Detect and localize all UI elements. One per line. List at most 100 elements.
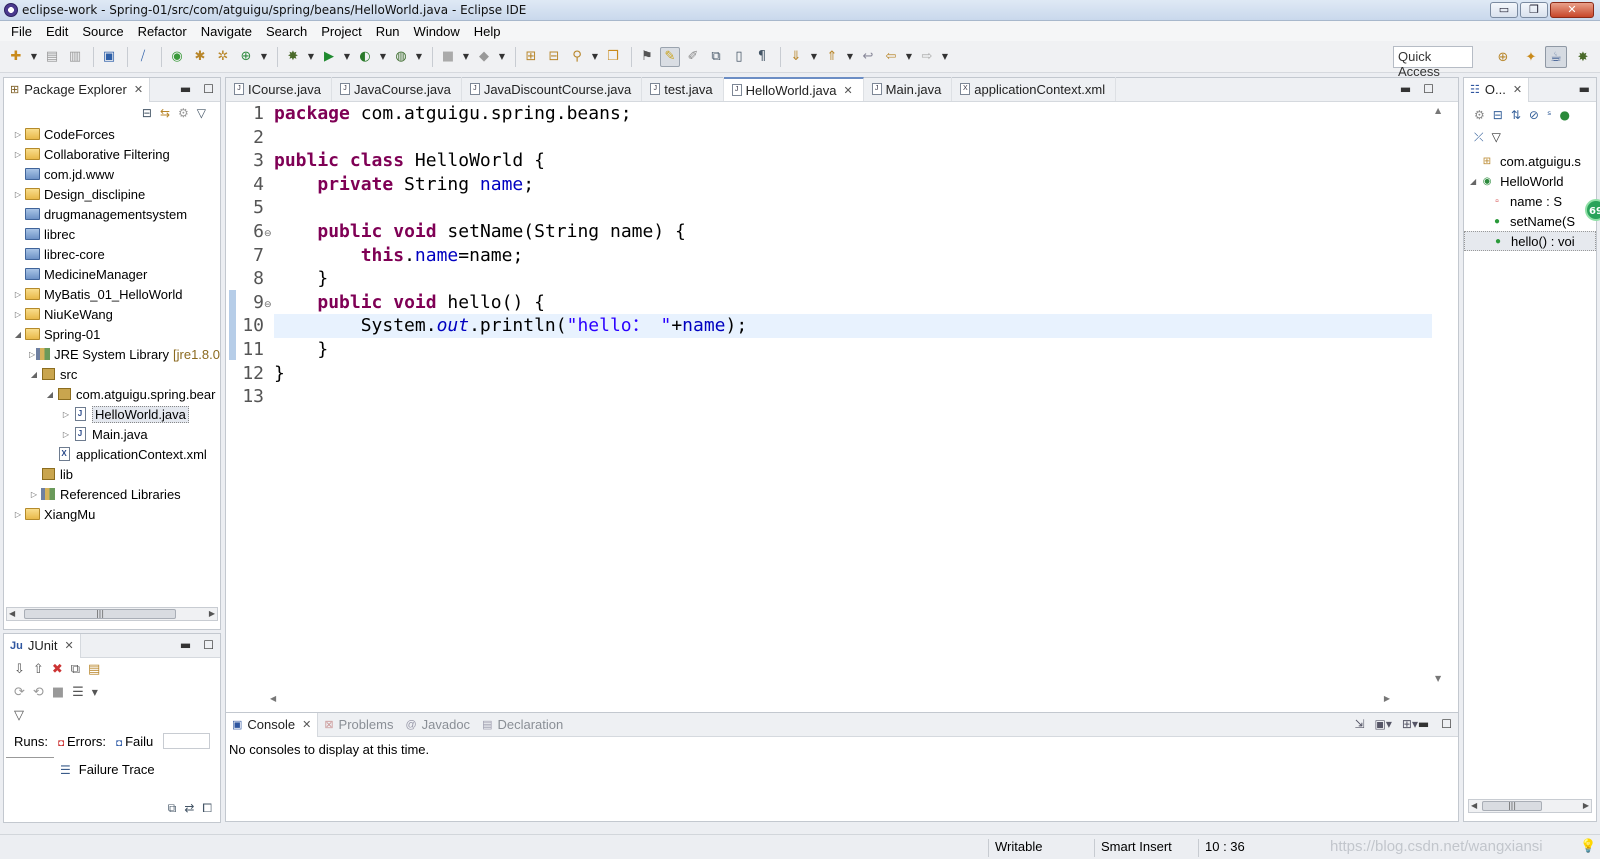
tree-item[interactable]: ▷ CodeForces xyxy=(4,124,220,144)
menu-run[interactable]: Run xyxy=(369,24,407,39)
expanded-twisty-icon[interactable]: ◢ xyxy=(28,370,40,379)
ant-icon[interactable]: ◆ xyxy=(474,47,494,67)
collapsed-twisty-icon[interactable]: ▷ xyxy=(28,350,36,359)
collapsed-twisty-icon[interactable]: ▷ xyxy=(12,150,24,159)
tree-item[interactable]: lib xyxy=(4,464,220,484)
forward-dropdown-arrow-icon[interactable]: ▼ xyxy=(940,47,950,67)
stop-icon[interactable]: ■ xyxy=(438,47,458,67)
scroll-up-icon[interactable]: ▲ xyxy=(1435,106,1441,115)
menu-navigate[interactable]: Navigate xyxy=(194,24,259,39)
coverage-dropdown-arrow-icon[interactable]: ▼ xyxy=(378,47,388,67)
collapsed-twisty-icon[interactable]: ▷ xyxy=(12,130,24,139)
previous-annotation-icon[interactable]: ⇑ xyxy=(822,47,842,67)
pilcrow-icon[interactable]: ¶ xyxy=(752,47,772,67)
editor-tab[interactable]: J ICourse.java xyxy=(226,77,332,101)
java-ee-perspective-icon[interactable]: ✦ xyxy=(1520,46,1542,68)
next-annotation-icon[interactable]: ⇓ xyxy=(786,47,806,67)
minimize-view-icon[interactable]: ▬ xyxy=(180,82,191,96)
outline-item[interactable]: ▫ name : S xyxy=(1464,191,1596,211)
link-with-editor-icon[interactable]: ⇆ xyxy=(160,106,170,120)
debug-perspective-icon[interactable]: ✸ xyxy=(1572,46,1594,68)
close-icon[interactable]: ✕ xyxy=(1513,83,1522,96)
outline-horizontal-scrollbar[interactable]: ◀ ||| ▶ xyxy=(1468,799,1592,813)
menu-project[interactable]: Project xyxy=(314,24,368,39)
previous-annotation-dropdown-arrow-icon[interactable]: ▼ xyxy=(845,47,855,67)
scroll-lock-icon[interactable]: ⧉ xyxy=(71,662,80,677)
filters-icon[interactable]: ⚙ xyxy=(178,106,189,120)
restore-button[interactable]: ❐ xyxy=(1520,2,1548,18)
scroll-left-icon[interactable]: ◀ xyxy=(270,694,276,703)
collapsed-twisty-icon[interactable]: ▷ xyxy=(28,490,40,499)
outline-item[interactable]: ● hello() : voi xyxy=(1464,231,1596,251)
close-icon[interactable]: ✕ xyxy=(843,84,852,97)
scroll-left-icon[interactable]: ◀ xyxy=(1471,801,1477,810)
previous-failure-icon[interactable]: ⇧ xyxy=(33,662,44,677)
sort-icon[interactable]: ⇅ xyxy=(1511,108,1521,122)
compare-result-icon[interactable]: ⇄ xyxy=(184,801,194,816)
new-package-icon[interactable]: ✲ xyxy=(213,47,233,67)
outline-item[interactable]: ● setName(S xyxy=(1464,211,1596,231)
editor-tab[interactable]: XapplicationContext.xml xyxy=(952,77,1117,101)
show-whitespace-icon[interactable]: ▯ xyxy=(729,47,749,67)
menu-edit[interactable]: Edit xyxy=(39,24,75,39)
collapsed-twisty-icon[interactable]: ▷ xyxy=(12,190,24,199)
debug-dropdown-arrow-icon[interactable]: ▼ xyxy=(306,47,316,67)
external-tools-icon[interactable]: ◍ xyxy=(391,47,411,67)
ant-dropdown-arrow-icon[interactable]: ▼ xyxy=(497,47,507,67)
search-dropdown-arrow-icon[interactable]: ▼ xyxy=(590,47,600,67)
code-editor[interactable]: 1 2 3 4 5 6 7 8 9 10 11 12 13 ⊖ ⊖ package com.atguig… xyxy=(226,102,1446,687)
scroll-down-icon[interactable]: ▼ xyxy=(1435,674,1441,683)
minimize-view-icon[interactable]: ▬ xyxy=(1579,82,1590,96)
tab-declaration[interactable]: ▤ Declaration xyxy=(476,713,569,737)
pin-console-icon[interactable]: ⇲ xyxy=(1354,717,1364,731)
maximize-view-icon[interactable]: ☐ xyxy=(203,82,214,96)
tree-item[interactable]: ▷ Collaborative Filtering xyxy=(4,144,220,164)
focus-active-task-icon[interactable]: ⚙ xyxy=(1474,108,1485,122)
collapsed-twisty-icon[interactable]: ▷ xyxy=(12,310,24,319)
tree-item[interactable]: drugmanagementsystem xyxy=(4,204,220,224)
open-console-icon[interactable]: ▣ xyxy=(99,47,119,67)
tree-item[interactable]: ▷ XiangMu xyxy=(4,504,220,524)
tree-item[interactable]: ◢ Spring-01 xyxy=(4,324,220,344)
rerun-test-icon[interactable]: ⟳ xyxy=(14,685,25,700)
editor-tab[interactable]: J Main.java xyxy=(864,77,953,101)
package-explorer-horizontal-scrollbar[interactable]: ◀ ||| ▶ xyxy=(6,607,218,621)
menu-source[interactable]: Source xyxy=(75,24,130,39)
minimize-editor-icon[interactable]: ▬ xyxy=(1400,82,1411,96)
editor-tab[interactable]: J HelloWorld.java ✕ xyxy=(723,77,864,101)
lightbulb-icon[interactable]: 💡 xyxy=(1580,838,1596,854)
tree-item[interactable]: ◢ src xyxy=(4,364,220,384)
new-dropdown-arrow-icon[interactable]: ▼ xyxy=(29,47,39,67)
tab-junit[interactable]: Ju JUnit ✕ xyxy=(4,633,81,658)
expanded-twisty-icon[interactable]: ◢ xyxy=(12,330,24,339)
expanded-twisty-icon[interactable]: ◢ xyxy=(44,390,56,399)
fold-collapse-icon[interactable]: ⊖ xyxy=(264,300,272,310)
show-failures-only-icon[interactable]: ✖ xyxy=(52,662,63,677)
maximize-editor-icon[interactable]: ☐ xyxy=(1423,82,1434,96)
tree-item[interactable]: MedicineManager xyxy=(4,264,220,284)
open-folder-icon[interactable]: ❒ xyxy=(603,47,623,67)
skip-breakpoints-icon[interactable]: ⧸ xyxy=(133,47,153,67)
tree-item[interactable]: ▷ NiuKeWang xyxy=(4,304,220,324)
outline-item[interactable]: ⊞ com.atguigu.s xyxy=(1464,151,1596,171)
hide-static-icon[interactable]: ˢ xyxy=(1547,108,1551,122)
collapse-all-icon[interactable]: ⊟ xyxy=(142,106,152,120)
editor-tab[interactable]: Jtest.java xyxy=(642,77,724,101)
menu-search[interactable]: Search xyxy=(259,24,314,39)
collapse-all-icon[interactable]: ⊟ xyxy=(1493,108,1503,122)
tab-outline[interactable]: ☷ O... ✕ xyxy=(1464,77,1530,102)
tab-problems[interactable]: ⊠ Problems xyxy=(318,713,399,737)
collapsed-twisty-icon[interactable]: ▷ xyxy=(12,510,24,519)
rerun-failed-icon[interactable]: ⟲ xyxy=(33,685,44,700)
open-type-icon[interactable]: ⊞ xyxy=(521,47,541,67)
tab-javadoc[interactable]: @ Javadoc xyxy=(399,713,476,737)
next-annotation-dropdown-arrow-icon[interactable]: ▼ xyxy=(809,47,819,67)
collapsed-twisty-icon[interactable]: ▷ xyxy=(12,290,24,299)
test-run-history-icon[interactable]: ☰ xyxy=(72,685,84,700)
toggle-highlight-icon[interactable]: ✎ xyxy=(660,46,680,67)
editor-horizontal-scrollbar[interactable]: ◀ ▶ xyxy=(270,692,1390,706)
save-icon[interactable]: ▤ xyxy=(42,47,62,67)
menu-help[interactable]: Help xyxy=(467,24,508,39)
tree-item[interactable]: librec-core xyxy=(4,244,220,264)
tree-item[interactable]: ▷ MyBatis_01_HelloWorld xyxy=(4,284,220,304)
